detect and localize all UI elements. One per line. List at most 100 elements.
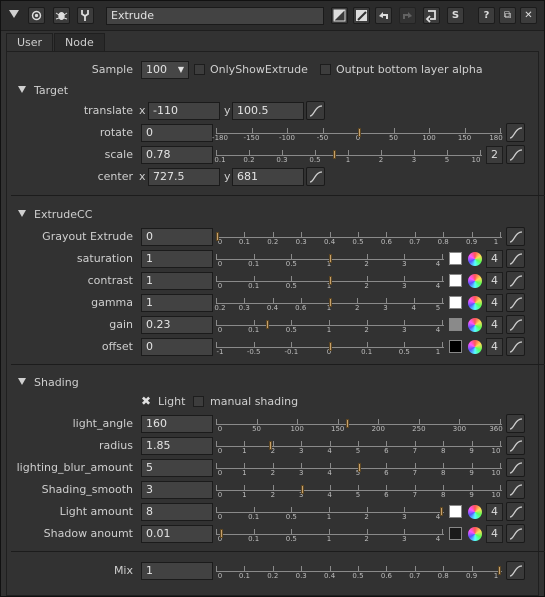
param-slider[interactable]: 0 50 100 150 200 250 300 360 xyxy=(216,416,503,433)
scale-slider[interactable]: 0.1 0.2 0.3 0.5 1 2 3 5 10 xyxy=(214,147,482,164)
channel-count[interactable]: 4 xyxy=(486,525,503,543)
slider-handle[interactable] xyxy=(301,485,305,494)
translate-x-field[interactable]: -110 xyxy=(148,102,220,120)
color-swatch[interactable] xyxy=(449,340,462,353)
param-field[interactable]: 0 xyxy=(141,338,213,356)
param-field[interactable]: 5 xyxy=(141,459,213,477)
curve-editor-icon[interactable] xyxy=(506,123,525,142)
color-wheel-icon[interactable] xyxy=(468,296,482,310)
param-field[interactable]: 0 xyxy=(141,228,213,246)
curve-editor-icon[interactable] xyxy=(506,458,525,477)
center-x-field[interactable]: 727.5 xyxy=(148,168,220,186)
scale-field[interactable]: 0.78 xyxy=(141,146,213,164)
mix-field[interactable]: 1 xyxy=(141,562,213,580)
color-wheel-icon[interactable] xyxy=(468,318,482,332)
close-icon[interactable]: ✕ xyxy=(520,7,537,24)
expand-triangle-icon[interactable] xyxy=(7,8,21,22)
param-field[interactable]: 160 xyxy=(141,415,213,433)
slider-handle[interactable] xyxy=(329,276,332,285)
slider-handle[interactable] xyxy=(498,566,501,575)
param-slider[interactable]: -1 -0.5 -0.1 0 0.1 0.5 1 xyxy=(216,339,444,356)
s-icon[interactable]: S xyxy=(447,7,464,24)
param-slider[interactable]: 0 0.1 0.5 1 2 3 4 xyxy=(216,317,444,334)
slider-handle[interactable] xyxy=(333,150,337,159)
channel-count[interactable]: 4 xyxy=(486,338,503,356)
channel-count[interactable]: 4 xyxy=(486,250,503,268)
slider-handle[interactable] xyxy=(440,507,443,516)
color-wheel-icon[interactable] xyxy=(468,505,482,519)
collapse-triangle-icon[interactable] xyxy=(18,86,26,93)
rotate-slider[interactable]: -180 -150 -100 -50 0 50 100 150 180 xyxy=(212,125,503,142)
tab-node[interactable]: Node xyxy=(54,33,105,51)
help-icon[interactable]: ? xyxy=(478,7,495,24)
param-slider[interactable]: 0 0.1 0.5 1 2 3 4 xyxy=(216,273,444,290)
color-swatch[interactable] xyxy=(449,505,462,518)
channel-count[interactable]: 4 xyxy=(486,294,503,312)
undo-icon[interactable] xyxy=(375,7,392,24)
slider-handle[interactable] xyxy=(329,342,332,351)
param-slider[interactable]: 0 1 2 3 4 5 6 7 8 9 10 xyxy=(216,460,502,477)
output-bottom-alpha-checkbox[interactable] xyxy=(320,64,331,75)
color-swatch[interactable] xyxy=(449,274,462,287)
center-y-field[interactable]: 681 xyxy=(232,168,304,186)
slider-handle[interactable] xyxy=(329,298,332,307)
color-wheel-icon[interactable] xyxy=(468,340,482,354)
wrench-icon[interactable] xyxy=(77,7,94,24)
curve-editor-icon[interactable] xyxy=(506,436,525,455)
half-square-icon[interactable] xyxy=(331,7,348,24)
channel-count[interactable]: 4 xyxy=(486,316,503,334)
param-field[interactable]: 0.23 xyxy=(141,316,213,334)
curve-editor-icon[interactable] xyxy=(506,249,525,268)
revert-icon[interactable] xyxy=(423,7,440,24)
collapse-triangle-icon[interactable] xyxy=(18,210,26,217)
curve-editor-icon[interactable] xyxy=(506,524,525,543)
param-field[interactable]: 3 xyxy=(141,481,213,499)
param-slider[interactable]: 0.2 0.3 0.4 0.6 1 2 3 4 5 xyxy=(214,295,444,312)
light-check-icon[interactable]: ✖ xyxy=(141,394,151,408)
collapse-triangle-icon[interactable] xyxy=(18,378,26,385)
color-wheel-icon[interactable] xyxy=(468,274,482,288)
param-slider[interactable]: 0 1 2 3 4 5 6 7 8 9 10 xyxy=(216,482,502,499)
slider-handle[interactable] xyxy=(268,441,272,450)
radio-icon[interactable] xyxy=(28,7,45,24)
slider-handle[interactable] xyxy=(219,529,223,538)
param-field[interactable]: 1 xyxy=(141,250,213,268)
color-swatch[interactable] xyxy=(449,527,462,540)
channel-count[interactable]: 4 xyxy=(486,503,503,521)
slash-square-icon[interactable] xyxy=(353,7,370,24)
curve-editor-icon[interactable] xyxy=(506,293,525,312)
param-field[interactable]: 1 xyxy=(141,272,213,290)
color-wheel-icon[interactable] xyxy=(468,252,482,266)
translate-y-field[interactable]: 100.5 xyxy=(232,102,304,120)
curve-editor-icon[interactable] xyxy=(506,561,525,580)
mix-slider[interactable]: 0 0.1 0.2 0.3 0.4 0.5 0.6 0.7 0.8 0.9 1 xyxy=(216,563,502,580)
scale-channel-count[interactable]: 2 xyxy=(486,146,503,164)
curve-editor-icon[interactable] xyxy=(306,101,325,120)
color-wheel-icon[interactable] xyxy=(468,527,482,541)
param-slider[interactable]: 0 0.1 0.5 1 2 3 4 xyxy=(216,526,444,543)
param-slider[interactable]: 0 0.1 0.5 1 2 3 4 xyxy=(216,504,444,521)
rotate-field[interactable]: 0 xyxy=(141,124,213,142)
slider-handle[interactable] xyxy=(216,232,219,241)
param-field[interactable]: 0.01 xyxy=(141,525,213,543)
redo-icon[interactable] xyxy=(399,7,416,24)
param-slider[interactable]: 0 1 2 3 4 5 6 7 8 9 10 xyxy=(216,438,502,455)
curve-editor-icon[interactable] xyxy=(506,337,525,356)
float-window-icon[interactable]: ⧉ xyxy=(499,7,516,24)
curve-editor-icon[interactable] xyxy=(506,414,525,433)
curve-editor-icon[interactable] xyxy=(506,502,525,521)
slider-handle[interactable] xyxy=(265,320,269,329)
slider-handle[interactable] xyxy=(358,128,361,137)
color-swatch[interactable] xyxy=(449,296,462,309)
node-name-field[interactable]: Extrude xyxy=(106,7,324,25)
tab-user[interactable]: User xyxy=(6,33,54,53)
slider-handle[interactable] xyxy=(329,254,332,263)
color-swatch[interactable] xyxy=(449,318,462,331)
slider-handle[interactable] xyxy=(358,463,361,472)
param-slider[interactable]: 0 0.1 0.2 0.3 0.4 0.5 0.6 0.7 0.8 0.9 1 xyxy=(216,229,502,246)
channel-count[interactable]: 4 xyxy=(486,272,503,290)
param-slider[interactable]: 0 0.1 0.5 1 2 3 4 xyxy=(216,251,444,268)
curve-editor-icon[interactable] xyxy=(506,271,525,290)
only-show-extrude-checkbox[interactable] xyxy=(194,64,205,75)
manual-shading-checkbox[interactable] xyxy=(193,396,204,407)
